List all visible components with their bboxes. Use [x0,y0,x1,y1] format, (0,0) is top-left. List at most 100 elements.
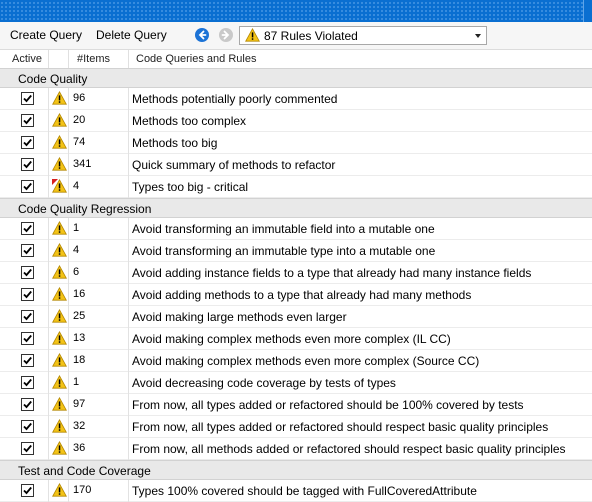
rule-row[interactable]: 96 Methods potentially poorly commented [0,88,592,110]
rule-name[interactable]: Methods potentially poorly commented [132,92,337,106]
rule-row[interactable]: 1 Avoid transforming an immutable field i… [0,218,592,240]
rules-filter-dropdown[interactable]: 87 Rules Violated [239,26,487,45]
delete-query-button[interactable]: Delete Query [96,28,167,42]
column-header-active[interactable]: Active [12,53,42,65]
column-divider [68,438,69,460]
column-divider [128,480,129,502]
rule-name[interactable]: Methods too complex [132,114,246,128]
active-checkbox[interactable] [21,376,34,389]
active-checkbox[interactable] [21,332,34,345]
column-divider [48,218,49,240]
rule-name[interactable]: Types too big - critical [132,180,248,194]
violation-count: 13 [73,332,86,344]
active-checkbox[interactable] [21,398,34,411]
column-divider [68,372,69,394]
column-divider [128,306,129,328]
column-divider [128,50,129,68]
forward-arrow-icon[interactable] [219,28,233,42]
rule-name[interactable]: Avoid decreasing code coverage by tests … [132,376,396,390]
rule-row[interactable]: 1 Avoid decreasing code coverage by tests… [0,372,592,394]
rule-row[interactable]: 36 From now, all methods added or refacto… [0,438,592,460]
rule-row[interactable]: 4 Types too big - critical [0,176,592,198]
violation-count: 97 [73,398,86,410]
group-title: Code Quality [18,72,88,86]
column-divider [68,110,69,132]
active-checkbox[interactable] [21,420,34,433]
rule-name[interactable]: Avoid adding instance fields to a type t… [132,266,531,280]
active-checkbox[interactable] [21,244,34,257]
active-checkbox[interactable] [21,180,34,193]
active-checkbox[interactable] [21,484,34,497]
column-divider [48,88,49,110]
column-header-rules[interactable]: Code Queries and Rules [136,53,256,65]
active-checkbox[interactable] [21,136,34,149]
rule-row[interactable]: 4 Avoid transforming an immutable type in… [0,240,592,262]
column-divider [48,350,49,372]
group-header[interactable]: Code Quality [0,68,592,88]
rule-name[interactable]: From now, all methods added or refactore… [132,442,566,456]
rule-name[interactable]: From now, all types added or refactored … [132,398,524,412]
active-checkbox[interactable] [21,266,34,279]
column-divider [68,350,69,372]
rule-name[interactable]: Avoid making large methods even larger [132,310,347,324]
chevron-down-icon [475,34,481,38]
back-arrow-icon[interactable] [195,28,209,42]
column-divider [128,328,129,350]
rule-name[interactable]: Avoid adding methods to a type that alre… [132,288,471,302]
rule-row[interactable]: 25 Avoid making large methods even larger [0,306,592,328]
violation-count: 1 [73,222,80,234]
column-divider [68,284,69,306]
column-divider [48,154,49,176]
violation-count: 1 [73,376,80,388]
rule-row[interactable]: 20 Methods too complex [0,110,592,132]
rule-name[interactable]: From now, all types added or refactored … [132,420,548,434]
rule-row[interactable]: 32 From now, all types added or refactore… [0,416,592,438]
column-divider [68,218,69,240]
active-checkbox[interactable] [21,92,34,105]
active-checkbox[interactable] [21,114,34,127]
group-header[interactable]: Code Quality Regression [0,198,592,218]
violation-count: 170 [73,484,92,496]
column-divider [48,132,49,154]
rule-row[interactable]: 170 Types 100% covered should be tagged w… [0,480,592,502]
rule-name[interactable]: Types 100% covered should be tagged with… [132,484,477,498]
warning-icon [52,374,67,392]
rule-row[interactable]: 74 Methods too big [0,132,592,154]
warning-icon [52,134,67,152]
column-divider [48,50,49,68]
warning-icon [245,27,260,45]
critical-warning-icon [52,178,67,196]
column-divider [128,262,129,284]
rule-name[interactable]: Quick summary of methods to refactor [132,158,335,172]
rule-name[interactable]: Avoid transforming an immutable type int… [132,244,435,258]
column-divider [68,132,69,154]
active-checkbox[interactable] [21,222,34,235]
column-header-items[interactable]: #Items [77,53,110,65]
rule-name[interactable]: Avoid transforming an immutable field in… [132,222,435,236]
rule-row[interactable]: 97 From now, all types added or refactore… [0,394,592,416]
active-checkbox[interactable] [21,310,34,323]
active-checkbox[interactable] [21,288,34,301]
warning-icon [52,112,67,130]
rule-row[interactable]: 6 Avoid adding instance fields to a type … [0,262,592,284]
rule-name[interactable]: Avoid making complex methods even more c… [132,354,479,368]
column-divider [128,350,129,372]
group-header[interactable]: Test and Code Coverage [0,460,592,480]
violation-count: 32 [73,420,86,432]
active-checkbox[interactable] [21,354,34,367]
column-divider [48,110,49,132]
rule-row[interactable]: 341 Quick summary of methods to refactor [0,154,592,176]
rule-row[interactable]: 13 Avoid making complex methods even more… [0,328,592,350]
rule-row[interactable]: 16 Avoid adding methods to a type that al… [0,284,592,306]
rule-name[interactable]: Avoid making complex methods even more c… [132,332,451,346]
rule-row[interactable]: 18 Avoid making complex methods even more… [0,350,592,372]
column-divider [68,394,69,416]
create-query-button[interactable]: Create Query [10,28,82,42]
column-divider [48,394,49,416]
column-divider [68,154,69,176]
warning-icon [52,482,67,500]
active-checkbox[interactable] [21,442,34,455]
column-divider [128,88,129,110]
rule-name[interactable]: Methods too big [132,136,217,150]
active-checkbox[interactable] [21,158,34,171]
